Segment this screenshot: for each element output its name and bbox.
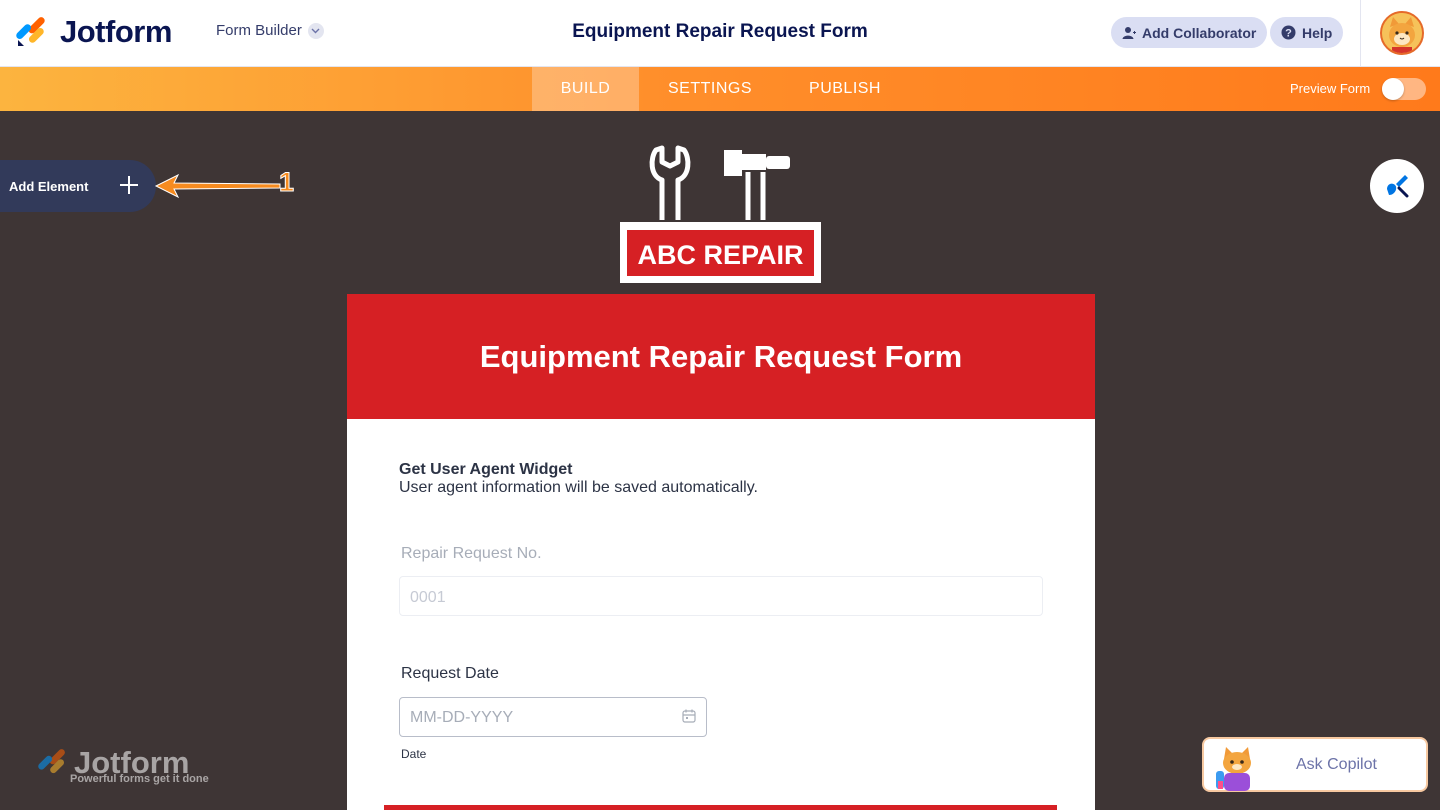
request-date-sublabel: Date xyxy=(401,747,427,761)
svg-text:?: ? xyxy=(1285,28,1292,40)
add-element-label: Add Element xyxy=(9,178,89,194)
builder-nav: BUILD SETTINGS PUBLISH Preview Form xyxy=(0,67,1440,111)
top-bar: Jotform Form Builder Equipment Repair Re… xyxy=(0,0,1440,67)
tab-settings[interactable]: SETTINGS xyxy=(648,67,772,111)
add-element-button[interactable]: Add Element xyxy=(0,160,156,212)
add-collaborator-label: Add Collaborator xyxy=(1142,24,1257,41)
add-user-icon xyxy=(1122,26,1136,40)
avatar[interactable] xyxy=(1380,11,1424,55)
abc-repair-logo[interactable]: ABC REPAIR xyxy=(618,140,824,285)
tab-build[interactable]: BUILD xyxy=(532,67,639,111)
repair-no-label: Repair Request No. xyxy=(401,545,542,562)
preview-form-toggle[interactable] xyxy=(1382,78,1426,100)
add-collaborator-button[interactable]: Add Collaborator xyxy=(1111,17,1268,48)
toggle-knob xyxy=(1382,78,1404,100)
help-button[interactable]: ? Help xyxy=(1270,17,1344,48)
form-header[interactable]: Equipment Repair Request Form xyxy=(347,294,1095,419)
form-builder-dropdown[interactable]: Form Builder xyxy=(216,22,324,39)
chevron-down-icon xyxy=(307,22,324,39)
brand-name: Jotform xyxy=(60,14,172,49)
plus-icon xyxy=(120,176,138,194)
preview-form-label: Preview Form xyxy=(1290,81,1371,96)
widget-description: User agent information will be saved aut… xyxy=(399,479,758,496)
request-date-input[interactable]: MM-DD-YYYY xyxy=(399,697,707,737)
divider xyxy=(1360,0,1361,67)
jotform-logo-icon xyxy=(38,749,65,774)
form-designer-button[interactable] xyxy=(1370,159,1424,213)
next-section-strip xyxy=(384,805,1057,810)
tab-publish[interactable]: PUBLISH xyxy=(790,67,900,111)
form-header-title: Equipment Repair Request Form xyxy=(479,338,963,374)
request-date-label: Request Date xyxy=(401,665,499,682)
form-body: Get User Agent Widget User agent informa… xyxy=(347,419,1095,810)
ask-copilot-label: Ask Copilot xyxy=(1296,756,1377,773)
widget-title: Get User Agent Widget xyxy=(399,461,573,478)
ask-copilot-button[interactable]: Ask Copilot xyxy=(1202,737,1428,792)
form-title[interactable]: Equipment Repair Request Form xyxy=(572,21,868,42)
help-icon: ? xyxy=(1281,25,1296,40)
jotform-logo[interactable]: Jotform xyxy=(16,14,172,50)
jotform-logo-icon xyxy=(16,17,45,46)
abc-repair-text: ABC REPAIR xyxy=(637,240,803,270)
watermark-tagline: Powerful forms get it done xyxy=(70,773,209,785)
help-label: Help xyxy=(1302,24,1333,41)
repair-no-input[interactable]: 0001 xyxy=(399,576,1043,616)
copilot-cat-icon xyxy=(1216,747,1251,791)
designer-icon xyxy=(1387,175,1409,198)
callout-number: 1 xyxy=(278,167,295,198)
form-builder-label: Form Builder xyxy=(216,22,302,39)
calendar-icon[interactable] xyxy=(682,709,696,723)
